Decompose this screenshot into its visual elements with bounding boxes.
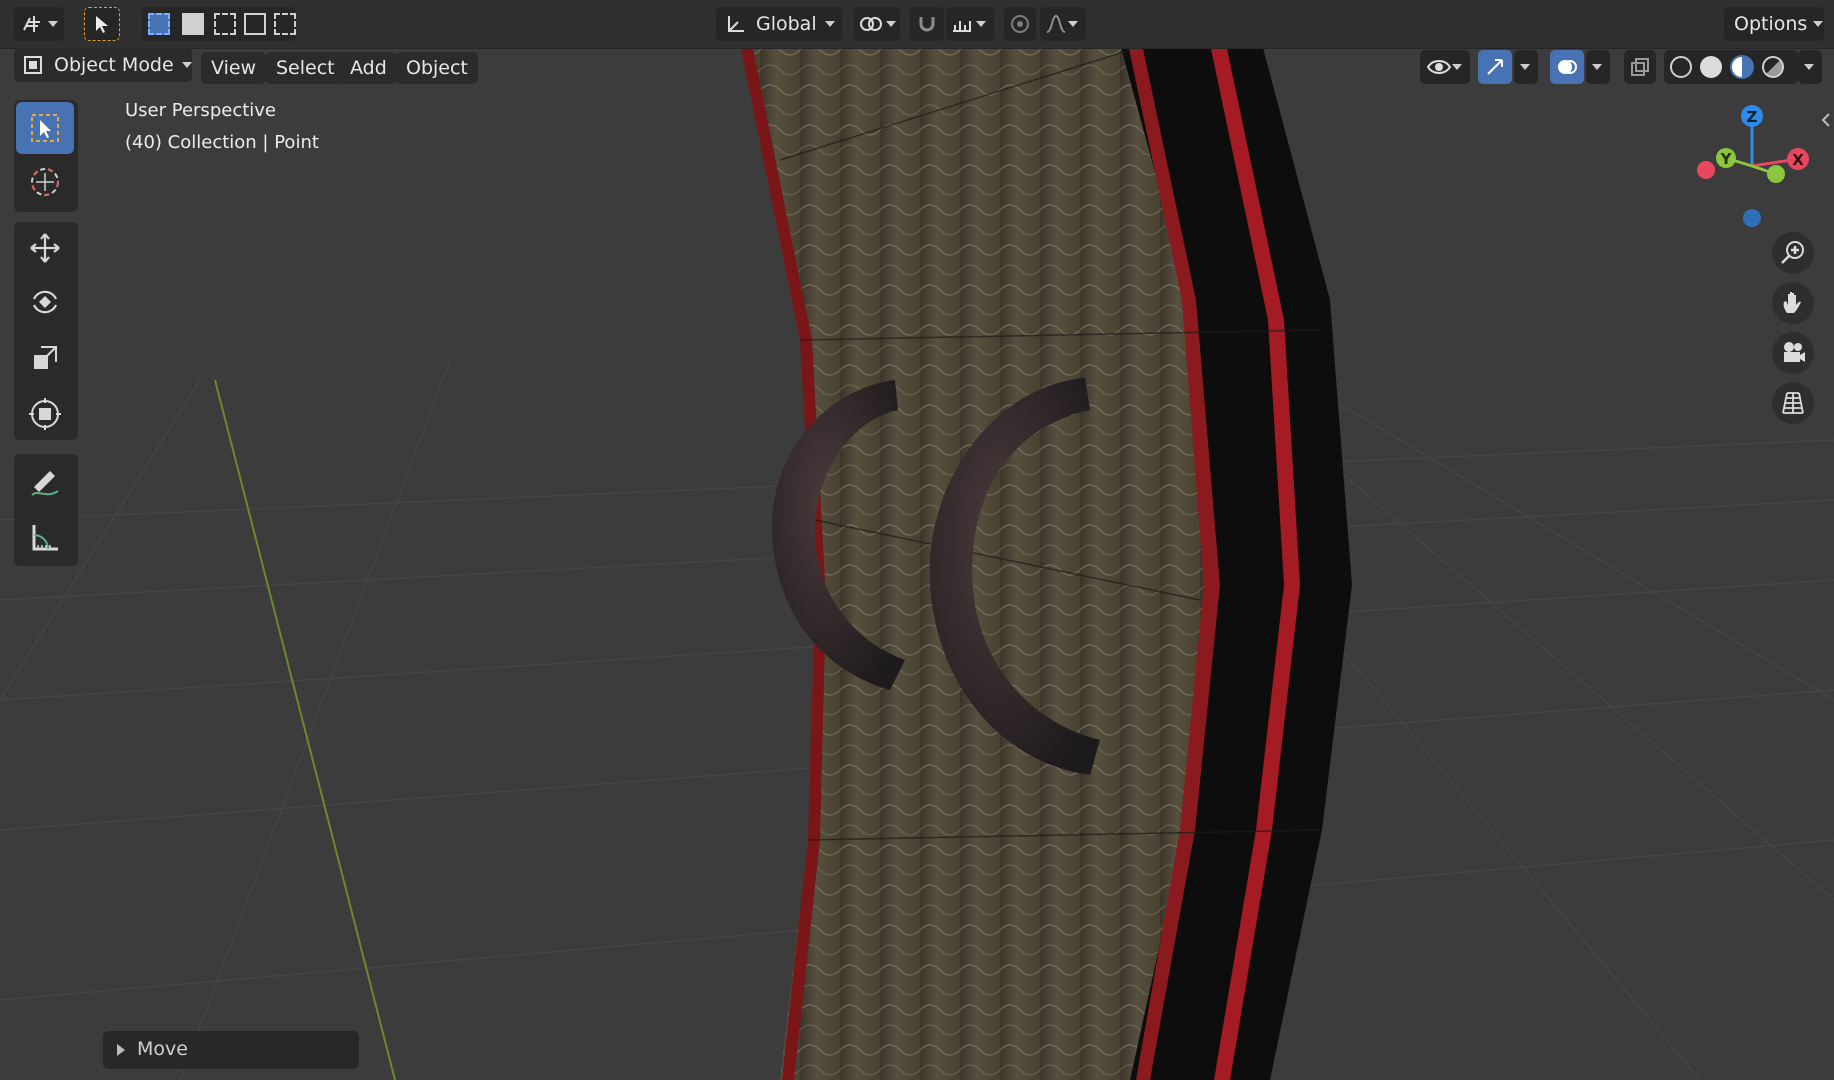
cursor-icon [31, 168, 59, 196]
proportional-edit-toggle[interactable] [1004, 7, 1036, 41]
solid-shading-icon[interactable] [1700, 56, 1722, 78]
snap-toggle[interactable] [910, 7, 944, 41]
measure-icon [32, 525, 58, 551]
selection-mode-group[interactable] [142, 7, 296, 41]
rotate-icon [32, 290, 58, 314]
overlays-icon [1558, 60, 1577, 74]
shading-dropdown[interactable] [1798, 50, 1822, 84]
mode-difference-icon[interactable] [244, 13, 266, 35]
editor-type-button[interactable] [14, 7, 64, 41]
pivot-point-dropdown[interactable] [854, 7, 900, 41]
grid-perspective-icon [1782, 392, 1804, 414]
tool-annotate[interactable] [16, 456, 74, 508]
xray-icon [1631, 58, 1649, 76]
mode-extend-icon[interactable] [182, 13, 204, 35]
arrow-cursor-icon [96, 16, 108, 33]
annotate-icon [31, 471, 59, 496]
menu-select[interactable]: Select [266, 52, 345, 84]
tweak-select-button[interactable] [84, 7, 120, 41]
operator-label: Move [137, 1038, 188, 1060]
menu-object[interactable]: Object [396, 52, 478, 84]
navigation-gizmo[interactable]: Z X Y [1686, 96, 1816, 236]
transform-orientation-dropdown[interactable]: Global [716, 7, 842, 41]
transform-icon [29, 398, 61, 430]
scale-icon [34, 346, 57, 369]
object-mode-label: Object Mode [54, 54, 174, 76]
chevron-left-icon [1821, 113, 1830, 127]
eye-icon [1426, 60, 1452, 74]
mode-new-icon[interactable] [148, 13, 170, 35]
visibility-dropdown[interactable] [1420, 50, 1470, 84]
snap-increment-icon [953, 21, 971, 32]
mode-subtract-icon[interactable] [214, 13, 236, 35]
perspective-toggle-button[interactable] [1772, 382, 1814, 424]
editor-type-icon [23, 16, 40, 32]
tool-select-box[interactable] [16, 102, 74, 154]
gizmo-icon [1487, 59, 1503, 75]
gizmo-toggle[interactable] [1478, 50, 1512, 84]
orientation-axes-icon [728, 16, 744, 32]
options-label: Options [1734, 13, 1808, 35]
move-icon [30, 233, 60, 263]
wireframe-shading-icon[interactable] [1670, 56, 1692, 78]
zoom-icon [1781, 241, 1804, 264]
shading-group[interactable] [1664, 50, 1798, 84]
view-name: User Perspective [125, 100, 276, 121]
tool-measure[interactable] [16, 512, 74, 564]
tool-rotate[interactable] [16, 276, 74, 328]
overlays-dropdown[interactable] [1586, 50, 1610, 84]
tool-move[interactable] [16, 222, 74, 274]
gizmo-dropdown[interactable] [1514, 50, 1538, 84]
pivot-icon [860, 17, 882, 31]
transform-orientation-label: Global [756, 13, 817, 35]
object-mode-dropdown[interactable]: Object Mode [14, 48, 192, 82]
menu-add[interactable]: Add [340, 52, 397, 84]
gizmo-x-label: X [1792, 151, 1804, 169]
object-mode-icon [24, 56, 42, 74]
overlays-toggle[interactable] [1550, 50, 1584, 84]
last-operator-panel[interactable]: Move [103, 1031, 359, 1069]
snap-element-dropdown[interactable] [946, 7, 994, 41]
options-dropdown[interactable]: Options [1724, 7, 1824, 41]
expand-triangle-icon [117, 1044, 125, 1056]
xray-toggle[interactable] [1624, 50, 1656, 84]
collection-info: (40) Collection | Point [125, 132, 319, 153]
rendered-shading-icon[interactable] [1762, 56, 1784, 78]
camera-icon [1784, 342, 1805, 362]
pan-button[interactable] [1772, 282, 1814, 324]
camera-view-button[interactable] [1772, 332, 1814, 374]
falloff-curve-icon [1046, 14, 1066, 33]
select-box-icon [31, 114, 59, 142]
3d-viewport[interactable] [0, 0, 1834, 1080]
falloff-dropdown[interactable] [1040, 7, 1086, 41]
zoom-button[interactable] [1772, 232, 1814, 274]
menu-view[interactable]: View [201, 52, 267, 84]
mode-intersect-icon[interactable] [274, 13, 296, 35]
hand-icon [1783, 292, 1801, 313]
magnet-icon [919, 17, 935, 32]
gizmo-y-label: Y [1720, 150, 1733, 168]
sidebar-toggle[interactable] [1818, 108, 1834, 132]
gizmo-z-label: Z [1747, 108, 1758, 126]
material-shading-icon[interactable] [1730, 55, 1754, 79]
tool-scale[interactable] [16, 332, 74, 384]
proportional-edit-icon [1011, 15, 1029, 33]
tool-transform[interactable] [16, 388, 74, 440]
tool-cursor[interactable] [16, 156, 74, 208]
